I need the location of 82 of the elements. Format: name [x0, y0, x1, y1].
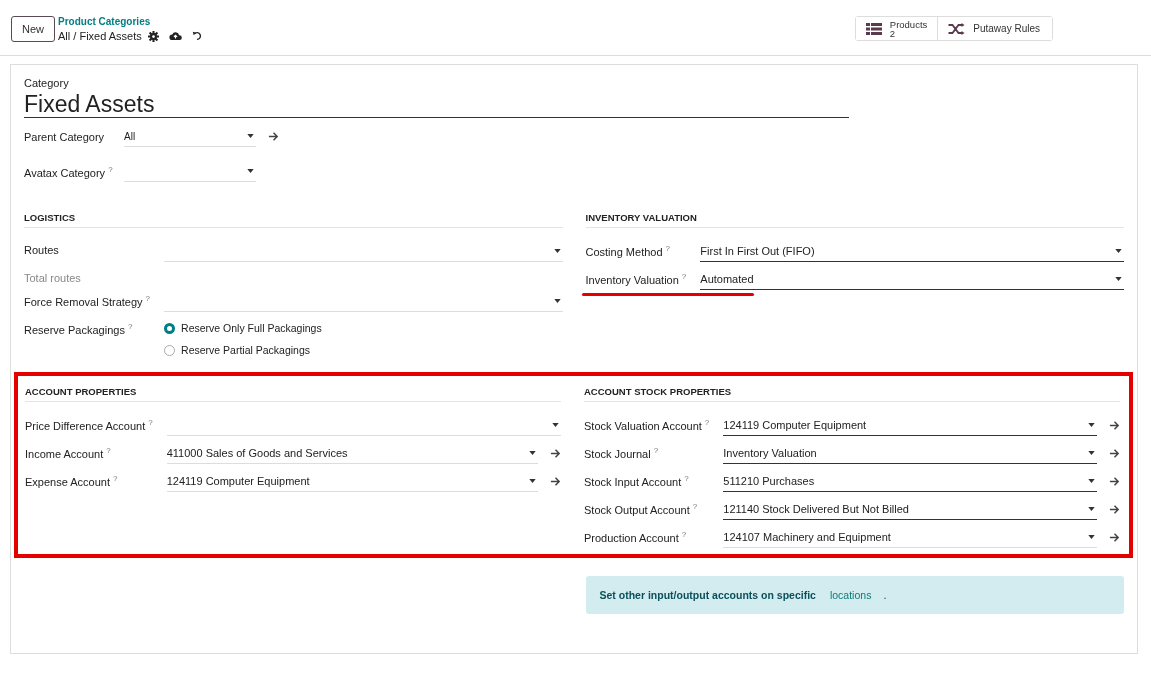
caret-icon	[1088, 535, 1095, 539]
banner-text: .	[883, 589, 887, 601]
arrow-right-icon[interactable]	[550, 448, 561, 459]
caret-icon	[1115, 277, 1122, 281]
arrow-right-icon[interactable]	[1109, 532, 1120, 543]
name-field[interactable]: Fixed Assets	[24, 89, 849, 118]
select-field[interactable]: Automated	[700, 269, 1124, 290]
caret-icon	[529, 479, 536, 483]
caret-icon	[1088, 451, 1095, 455]
caret-icon	[1088, 479, 1095, 483]
shuffle-icon	[948, 22, 966, 35]
field-label: Stock Output Account $^{?}$	[584, 501, 699, 516]
arrow-right-icon[interactable]	[1109, 420, 1120, 431]
field-label: Stock Journal $^{?}$	[584, 445, 660, 460]
help-tooltip-mark[interactable]: ?	[681, 530, 687, 539]
help-tooltip-mark[interactable]: ?	[145, 294, 151, 303]
help-tooltip-mark[interactable]: ?	[665, 244, 670, 253]
help-tooltip-mark[interactable]: ?	[106, 446, 111, 455]
smart-button[interactable]: Products 2	[855, 17, 939, 40]
field-label: Category	[24, 77, 70, 89]
field-label: Price Difference Account $^{?}$	[25, 417, 153, 432]
field-label: Stock Valuation Account $^{?}$	[584, 417, 710, 432]
radio-label[interactable]: Reserve Only Full Packagings	[181, 322, 322, 334]
record-title: All / Fixed Assets	[58, 30, 142, 42]
caret-icon	[552, 423, 559, 427]
select-field[interactable]: 121140 Stock Delivered But Not Billed	[723, 499, 1097, 520]
field-label: Expense Account $^{?}$	[25, 473, 119, 488]
caret-icon	[1115, 249, 1122, 253]
field-label: Stock Input Account $^{?}$	[584, 473, 690, 488]
radio-label[interactable]: Reserve Partial Packagings	[181, 344, 311, 356]
field-label: Production Account $^{?}$	[584, 529, 688, 544]
caret-icon	[553, 249, 561, 253]
arrow-right-icon[interactable]	[1109, 448, 1120, 459]
locations-link[interactable]: locations	[829, 589, 872, 601]
settings-icon[interactable]	[147, 30, 159, 42]
help-tooltip-mark[interactable]: ?	[692, 502, 698, 511]
undo-icon[interactable]	[191, 31, 202, 41]
caret-icon	[247, 169, 254, 173]
field-label: Force Removal Strategy $^{?}$	[24, 293, 151, 308]
radio-button[interactable]	[164, 322, 176, 334]
section-heading: ACCOUNT PROPERTIES	[25, 380, 561, 402]
field-label: Total routes	[24, 271, 82, 284]
breadcrumb-link[interactable]: Product Categories	[58, 16, 202, 27]
help-tooltip-mark[interactable]: ?	[684, 474, 689, 483]
caret-icon	[1088, 423, 1095, 427]
help-tooltip-mark[interactable]: ?	[148, 418, 153, 427]
select-field[interactable]: 124107 Machinery and Equipment	[723, 527, 1097, 548]
caret-icon	[1088, 507, 1095, 511]
select-field[interactable]: 411000 Sales of Goods and Services	[166, 443, 538, 464]
caret-icon	[247, 134, 254, 138]
field-label: Inventory Valuation $^{?}$	[585, 271, 687, 286]
select-field[interactable]: First In First Out (FIFO)	[700, 241, 1124, 262]
select-field[interactable]: 124119 Computer Equipment	[723, 415, 1097, 436]
field-label: Income Account $^{?}$	[25, 445, 112, 460]
select-field[interactable]: 124119 Computer Equipment	[166, 471, 538, 492]
field-label: Avatax Category $^{?}$	[24, 164, 112, 179]
new-button[interactable]: New	[11, 16, 55, 42]
section-heading: LOGISTICS	[24, 206, 563, 228]
caret-icon	[529, 451, 536, 455]
field-label: Reserve Packagings $^{?}$	[24, 321, 134, 336]
caret-icon	[553, 299, 561, 303]
select-field[interactable]: 511210 Purchases	[723, 471, 1097, 492]
help-tooltip-mark[interactable]: ?	[653, 446, 659, 455]
field-label: Costing Method $^{?}$	[585, 243, 671, 258]
field-label: Routes	[24, 243, 60, 256]
arrow-right-icon[interactable]	[1109, 476, 1120, 487]
list-icon	[865, 22, 882, 35]
select-field[interactable]: All	[124, 126, 256, 147]
help-tooltip-mark[interactable]: ?	[704, 418, 710, 427]
help-tooltip-mark[interactable]: ?	[681, 272, 687, 281]
help-tooltip-mark[interactable]: ?	[108, 164, 113, 174]
field-label: Parent Category	[24, 130, 106, 143]
arrow-right-icon[interactable]	[268, 131, 279, 142]
arrow-right-icon[interactable]	[1109, 504, 1120, 515]
section-heading: INVENTORY VALUATION	[585, 206, 1124, 228]
arrow-right-icon[interactable]	[550, 476, 561, 487]
cloud-upload-icon[interactable]	[168, 31, 182, 41]
banner-text: Set other input/output accounts on specific	[599, 589, 816, 601]
help-tooltip-mark[interactable]: ?	[113, 474, 118, 483]
select-field[interactable]: Inventory Valuation	[723, 443, 1097, 464]
section-heading: ACCOUNT STOCK PROPERTIES	[584, 380, 1120, 402]
help-tooltip-mark[interactable]: ?	[127, 322, 133, 331]
